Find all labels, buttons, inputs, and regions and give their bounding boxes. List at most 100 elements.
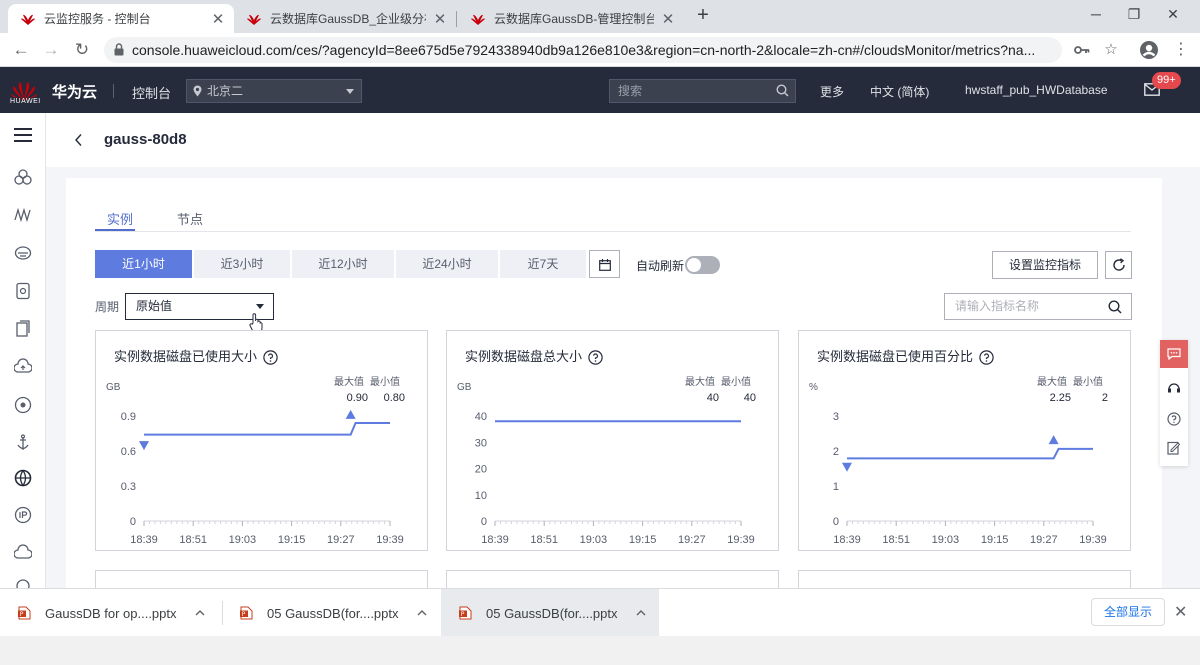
x-tick-label: 19:39 <box>1079 534 1107 546</box>
browser-tab-gaussdb-console[interactable]: 云数据库GaussDB-管理控制台 ✕ <box>458 4 684 33</box>
document-icon[interactable] <box>14 320 32 338</box>
download-item[interactable]: P 05 GaussDB(for....pptx <box>222 589 440 637</box>
chevron-up-icon[interactable] <box>195 610 205 616</box>
pptx-file-icon: P <box>18 606 31 620</box>
console-header: HUAWEI 华为云 控制台 北京二 搜索 更多 中文 (简体) hwstaff… <box>0 67 1200 113</box>
service-sidebar <box>0 113 46 588</box>
custom-date-button[interactable] <box>589 250 620 278</box>
range-7d-button[interactable]: 近7天 <box>500 250 586 278</box>
search-icon[interactable] <box>1108 300 1122 314</box>
series-line <box>144 422 390 436</box>
close-window-icon[interactable]: ✕ <box>1163 6 1183 23</box>
x-tick-label: 18:39 <box>481 534 509 546</box>
ip-address-icon[interactable] <box>14 506 32 524</box>
restore-icon[interactable]: ❐ <box>1124 6 1144 23</box>
reload-icon[interactable]: ↻ <box>71 39 93 61</box>
close-tab-icon[interactable]: ✕ <box>210 10 226 28</box>
chevron-down-icon <box>346 89 354 94</box>
browser-tab-label: 云数据库GaussDB_企业级分布式 <box>270 12 426 26</box>
url-text: console.huaweicloud.com/ces/?agencyId=8e… <box>132 42 1036 58</box>
forward-arrow-icon[interactable]: → <box>40 39 62 61</box>
key-icon[interactable] <box>1071 39 1093 61</box>
console-link[interactable]: 控制台 <box>132 83 171 102</box>
region-select[interactable]: 北京二 <box>186 79 362 103</box>
browser-tab-label: 云监控服务 - 控制台 <box>44 12 151 26</box>
bookmark-star-icon[interactable]: ☆ <box>1100 39 1122 61</box>
database-icon[interactable] <box>14 244 32 262</box>
cloud-icon[interactable] <box>14 544 32 562</box>
metric-search-input[interactable]: 请输入指标名称 <box>944 293 1132 320</box>
chevron-up-icon[interactable] <box>417 610 427 616</box>
edit-note-icon[interactable] <box>1167 441 1181 455</box>
menu-icon[interactable] <box>14 128 32 142</box>
search-icon[interactable] <box>776 84 789 97</box>
line-chart: GB 最大值 最小值40 4001020304018:39 18:51 19:03 19:1… <box>457 375 756 546</box>
url-field[interactable]: console.huaweicloud.com/ces/?agencyId=8e… <box>104 37 1062 63</box>
x-tick-label: 19:39 <box>727 534 755 546</box>
storage-icon[interactable] <box>14 282 32 300</box>
line-chart: GB 最大值 最小值0.90 0.80 0 0.3 0.6 0.9 18:39 18:51 19:0… <box>106 375 405 546</box>
min-legend-label: 最小值 <box>370 375 400 388</box>
message-count-badge: 99+ <box>1152 72 1181 89</box>
close-tab-icon[interactable]: ✕ <box>660 10 676 28</box>
close-shelf-icon[interactable]: ✕ <box>1174 602 1187 622</box>
headset-icon[interactable] <box>1167 381 1181 395</box>
language-menu[interactable]: 中文 (简体) <box>870 83 929 100</box>
global-search-input[interactable]: 搜索 <box>609 79 796 103</box>
y-tick-label: 0.9 <box>121 411 136 423</box>
range-3h-button[interactable]: 近3小时 <box>194 250 290 278</box>
cloud-service-icon[interactable] <box>14 168 32 186</box>
line-chart: % 最大值 最小值2.25 2 0 1 2 3 18:39 18:51 19:03 19:15 19:2… <box>809 375 1108 546</box>
tab-node[interactable]: 节点 <box>177 209 203 228</box>
user-menu[interactable]: hwstaff_pub_HWDatabase <box>965 83 1108 97</box>
chat-icon <box>1167 348 1181 360</box>
floating-toolbar <box>1160 340 1188 466</box>
y-tick-label: 0 <box>130 516 136 528</box>
download-item[interactable]: P GaussDB for op....pptx <box>0 589 222 637</box>
huawei-favicon-icon <box>21 14 35 25</box>
tab-instance[interactable]: 实例 <box>107 209 133 228</box>
close-tab-icon[interactable]: ✕ <box>432 10 448 28</box>
huawei-wordmark: HUAWEI <box>10 98 41 105</box>
range-12h-button[interactable]: 近12小时 <box>292 250 394 278</box>
metric-card <box>95 570 428 588</box>
x-tick-label: 19:15 <box>981 534 1009 546</box>
browser-menu-icon[interactable]: ⋮ <box>1170 39 1192 61</box>
settings-partial-icon[interactable] <box>14 577 32 588</box>
region-value: 北京二 <box>207 84 244 98</box>
x-tick-label: 19:27 <box>678 534 706 546</box>
x-tick-label: 19:03 <box>932 534 960 546</box>
help-question-icon[interactable] <box>1167 412 1181 426</box>
profile-avatar-icon[interactable] <box>1138 39 1160 61</box>
y-unit-label: GB <box>106 382 121 393</box>
monitor-wave-icon[interactable] <box>14 206 32 224</box>
anchor-icon[interactable] <box>14 434 32 452</box>
cloud-upload-icon[interactable] <box>14 358 32 376</box>
chevron-up-icon[interactable] <box>636 610 646 616</box>
range-24h-button[interactable]: 近24小时 <box>396 250 498 278</box>
more-menu[interactable]: 更多 <box>820 83 844 100</box>
eye-icon[interactable] <box>14 396 32 414</box>
range-1h-button[interactable]: 近1小时 <box>95 250 192 278</box>
feedback-button[interactable] <box>1160 340 1188 368</box>
back-chevron-icon[interactable] <box>74 133 84 147</box>
page-bottom-area <box>0 636 1200 665</box>
globe-icon[interactable] <box>14 469 32 487</box>
refresh-button[interactable] <box>1105 251 1132 279</box>
new-tab-button[interactable]: + <box>692 5 714 27</box>
auto-refresh-toggle[interactable] <box>685 256 720 274</box>
browser-tab-gaussdb-product[interactable]: 云数据库GaussDB_企业级分布式 ✕ <box>234 4 457 33</box>
x-tick-label: 19:15 <box>629 534 657 546</box>
download-item[interactable]: P 05 GaussDB(for....pptx <box>441 589 659 637</box>
minimize-icon[interactable]: ─ <box>1086 6 1106 22</box>
set-metrics-button[interactable]: 设置监控指标 <box>992 251 1098 279</box>
browser-tab-cloud-monitor[interactable]: 云监控服务 - 控制台 ✕ <box>8 4 234 33</box>
y-tick-label: 1 <box>833 481 839 493</box>
show-all-downloads-button[interactable]: 全部显示 <box>1091 598 1165 626</box>
x-tick-label: 18:51 <box>530 534 558 546</box>
max-legend-label: 最大值 <box>685 375 715 388</box>
brand-name[interactable]: 华为云 <box>52 81 97 102</box>
back-arrow-icon[interactable]: ← <box>10 39 32 61</box>
y-tick-label: 20 <box>475 464 487 476</box>
svg-text:P: P <box>242 611 246 618</box>
